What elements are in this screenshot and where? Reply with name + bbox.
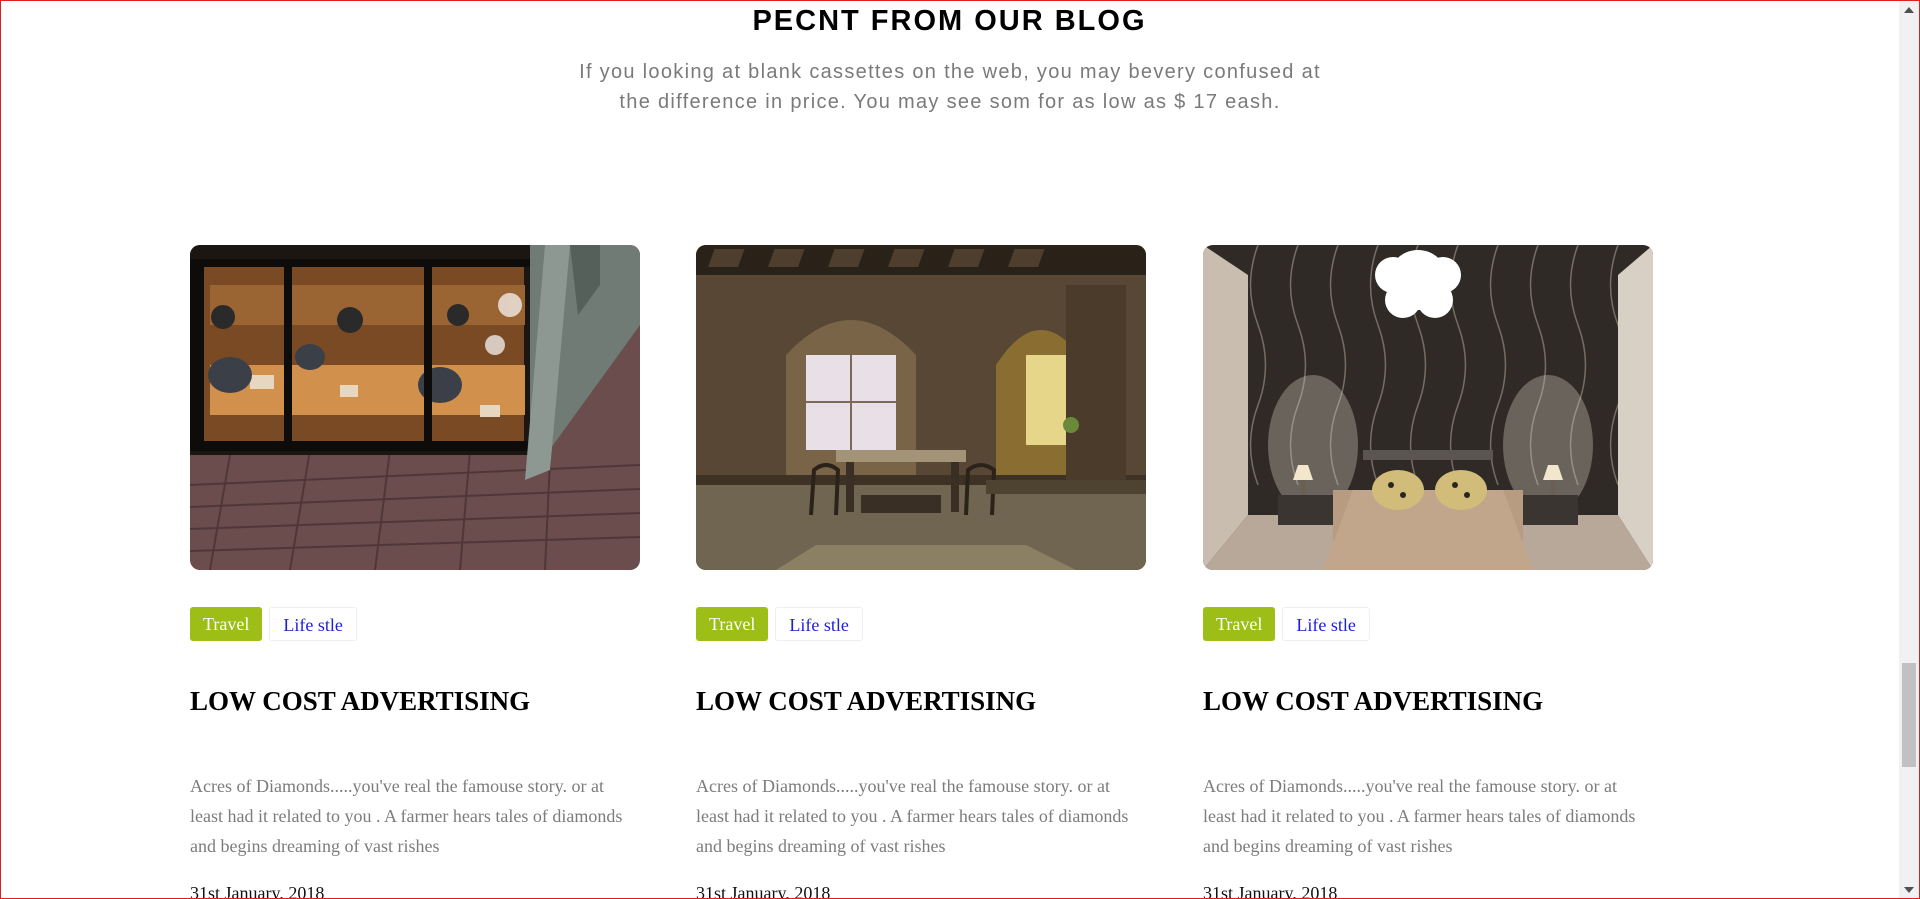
tag-life-style[interactable]: Life stle [775,607,863,641]
blog-card-date: 31st January, 2018 [1203,883,1338,898]
tag-travel[interactable]: Travel [190,607,263,641]
tag-travel[interactable]: Travel [1203,607,1276,641]
blog-card-title[interactable]: LOW COST ADVERTISING [1203,686,1543,717]
blog-card-image-rustic-room[interactable] [696,245,1146,570]
blog-section-subtitle: If you looking at blank cassettes on the… [579,61,1321,113]
blog-card-title[interactable]: LOW COST ADVERTISING [696,686,1036,717]
tag-life-style[interactable]: Life stle [269,607,357,641]
blog-card: Travel Life stle LOW COST ADVERTISING Ac… [190,245,640,898]
scroll-up-arrow-icon[interactable] [1899,1,1919,18]
blog-card-excerpt: Acres of Diamonds.....you've real the fa… [696,776,1129,856]
scrollbar-thumb[interactable] [1902,663,1916,767]
blog-card-excerpt: Acres of Diamonds.....you've real the fa… [1203,776,1636,856]
blog-card-tags: Travel Life stle [696,607,863,641]
blog-card-tags: Travel Life stle [190,607,357,641]
blog-card-tags: Travel Life stle [1203,607,1370,641]
blog-card-image-cafe[interactable] [190,245,640,570]
blog-card-date: 31st January, 2018 [190,883,325,898]
blog-card-date: 31st January, 2018 [696,883,831,898]
blog-card-title[interactable]: LOW COST ADVERTISING [190,686,530,717]
tag-travel[interactable]: Travel [696,607,769,641]
blog-card-image-bedroom[interactable] [1203,245,1653,570]
blog-section: PECNT FROM OUR BLOG If you looking at bl… [1,1,1898,898]
scroll-down-arrow-icon[interactable] [1899,881,1919,898]
blog-card: Travel Life stle LOW COST ADVERTISING Ac… [1203,245,1653,898]
blog-section-title: PECNT FROM OUR BLOG [752,5,1147,37]
vertical-scrollbar[interactable] [1899,1,1919,898]
tag-life-style[interactable]: Life stle [1282,607,1370,641]
blog-card: Travel Life stle LOW COST ADVERTISING Ac… [696,245,1146,898]
blog-card-excerpt: Acres of Diamonds.....you've real the fa… [190,776,623,856]
